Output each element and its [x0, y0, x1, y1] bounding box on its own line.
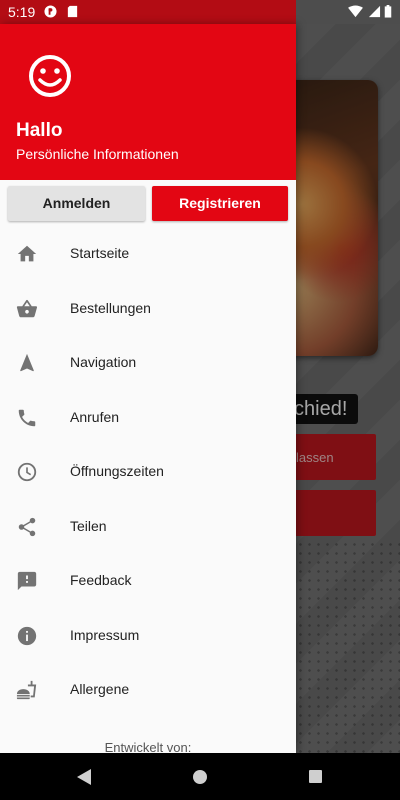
menu-item-label: Startseite — [70, 245, 130, 261]
notification-icon — [44, 5, 57, 18]
sd-card-icon — [67, 5, 78, 18]
menu-item-label: Impressum — [70, 626, 140, 643]
phone-icon — [18, 409, 36, 426]
drawer-header: Hallo Persönliche Informationen — [0, 24, 296, 180]
developed-by-label: Entwickelt von: — [104, 740, 192, 753]
info-icon — [17, 626, 37, 645]
clock-icon — [17, 462, 37, 482]
navigation-drawer: Hallo Persönliche Informationen Anmelden… — [0, 24, 296, 753]
menu-item-teilen[interactable]: Teilen — [0, 500, 296, 555]
wifi-icon — [348, 5, 363, 18]
recent-apps-icon[interactable] — [309, 770, 322, 783]
navigation-icon — [20, 353, 34, 372]
status-bar: 5:19 — [0, 0, 400, 24]
drawer-menu: Startseite Bestellungen Navigation Anruf… — [0, 227, 296, 718]
feedback-icon — [17, 571, 37, 591]
menu-item-oeffnungszeiten[interactable]: Öffnungszeiten — [0, 445, 296, 500]
allergens-icon — [16, 680, 37, 700]
menu-item-startseite[interactable]: Startseite — [0, 227, 296, 282]
menu-item-anrufen[interactable]: Anrufen — [0, 391, 296, 446]
system-nav-bar — [0, 753, 400, 800]
menu-item-navigation[interactable]: Navigation — [0, 336, 296, 391]
login-button[interactable]: Anmelden — [8, 186, 145, 221]
menu-item-label: Feedback — [70, 572, 132, 588]
header-title: Hallo — [16, 120, 63, 141]
signal-icon — [368, 5, 381, 18]
status-time: 5:19 — [8, 4, 36, 20]
home-circle-icon[interactable] — [193, 770, 207, 784]
menu-item-label: Navigation — [70, 354, 137, 370]
menu-item-feedback[interactable]: Feedback — [0, 554, 296, 609]
battery-icon — [384, 5, 392, 18]
menu-item-label: Allergene — [70, 681, 130, 697]
menu-item-allergene[interactable]: Allergene — [0, 663, 296, 718]
register-button[interactable]: Registrieren — [152, 186, 288, 221]
menu-item-label: Anrufen — [70, 408, 120, 425]
menu-item-impressum[interactable]: Impressum — [0, 609, 296, 664]
smiley-face-icon[interactable] — [28, 54, 72, 98]
header-subtitle[interactable]: Persönliche Informationen — [16, 146, 179, 162]
menu-item-label: Teilen — [70, 517, 107, 534]
home-icon — [17, 245, 37, 262]
basket-icon — [16, 299, 37, 317]
share-icon — [18, 517, 36, 536]
menu-item-label: Öffnungszeiten — [70, 463, 164, 479]
menu-item-label: Bestellungen — [70, 299, 151, 316]
back-icon[interactable] — [76, 768, 92, 786]
menu-item-bestellungen[interactable]: Bestellungen — [0, 282, 296, 337]
